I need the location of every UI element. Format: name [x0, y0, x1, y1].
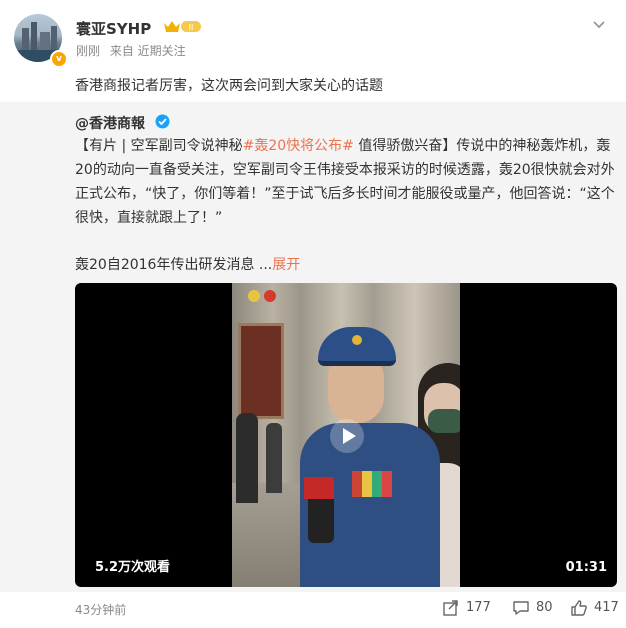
repost-author[interactable]: @香港商報 [75, 113, 145, 133]
ellipsis: ... [258, 257, 273, 273]
verified-icon [155, 114, 170, 129]
frame-bystander [236, 413, 258, 503]
emblem-icon [264, 290, 276, 302]
summary-line: 轰20自2016年传出研发消息 ...展开 [75, 254, 300, 274]
frame-window [238, 323, 284, 419]
verified-icon: v [50, 50, 68, 68]
like-icon [571, 600, 587, 616]
post-timestamp: 43分钟前 [75, 603, 127, 617]
frame-mic-flag [304, 477, 334, 499]
post-text: 香港商报记者厉害，这次两会问到大家关心的话题 [75, 78, 383, 94]
avatar-building [40, 32, 50, 52]
author-name[interactable]: 寰亚SYHP [76, 18, 151, 39]
emblem-icon [248, 290, 260, 302]
summary-text: 轰20自2016年传出研发消息 [75, 257, 255, 273]
post-footer: 43分钟前 177 80 417 [0, 592, 626, 628]
share-icon [443, 600, 458, 616]
avatar-building [22, 28, 29, 52]
post-meta: 刚刚 来自 近期关注 [76, 42, 192, 59]
avatar-building [31, 22, 37, 52]
frame-cap-emblem [352, 335, 362, 345]
expand-link[interactable]: 展开 [272, 257, 300, 273]
avatar-building [51, 26, 57, 52]
level-label: II [189, 23, 194, 32]
comment-icon [513, 601, 529, 615]
hashtag-link[interactable]: #轰20快将公布# [243, 138, 354, 154]
frame-bystander [266, 423, 282, 493]
level-badge-icon: II [164, 21, 201, 32]
view-count: 5.2万次观看 [95, 560, 171, 575]
repost-body-prefix: 【有片 | 空军副司令说神秘 [75, 138, 243, 154]
repost-body: 【有片 | 空军副司令说神秘#轰20快将公布# 值得骄傲兴奋】传说中的神秘轰炸机… [75, 134, 621, 230]
play-icon[interactable] [329, 418, 365, 454]
comment-count: 80 [536, 600, 553, 615]
post-source[interactable]: 来自 近期关注 [110, 44, 186, 58]
frame-medals [352, 471, 392, 497]
post-header: v 寰亚SYHP II 刚刚 来自 近期关注 [14, 14, 614, 68]
share-button[interactable]: 177 [442, 598, 498, 618]
comment-button[interactable]: 80 [512, 598, 562, 618]
repost-card: @香港商報 【有片 | 空军副司令说神秘#轰20快将公布# 值得骄傲兴奋】传说中… [0, 102, 626, 592]
video-duration: 01:31 [565, 560, 607, 575]
share-count: 177 [466, 600, 491, 615]
frame-banner [234, 285, 294, 315]
frame-reporter-mask [428, 409, 460, 433]
video-player[interactable]: 5.2万次观看 01:31 [75, 283, 617, 587]
like-button[interactable]: 417 [570, 598, 624, 618]
post-time: 刚刚 [76, 44, 101, 58]
like-count: 417 [594, 600, 619, 615]
chevron-down-icon[interactable] [592, 18, 606, 32]
